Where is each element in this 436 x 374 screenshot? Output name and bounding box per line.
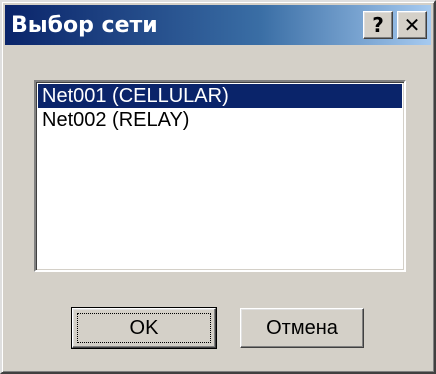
list-item-net001[interactable]: Net001 (CELLULAR) bbox=[38, 84, 402, 108]
dialog-title: Выбор сети bbox=[11, 12, 158, 38]
network-listbox[interactable]: Net001 (CELLULAR) Net002 (RELAY) bbox=[34, 80, 406, 272]
question-icon: ? bbox=[372, 13, 384, 37]
help-button[interactable]: ? bbox=[363, 11, 393, 39]
cancel-button-label: Отмена bbox=[266, 316, 338, 339]
focus-rectangle bbox=[77, 313, 211, 343]
ok-button[interactable]: OK bbox=[71, 307, 217, 349]
list-item-net002[interactable]: Net002 (RELAY) bbox=[38, 108, 402, 132]
close-icon: ✕ bbox=[403, 13, 421, 37]
title-bar[interactable]: Выбор сети ? ✕ bbox=[5, 5, 431, 45]
close-button[interactable]: ✕ bbox=[397, 11, 427, 39]
cancel-button[interactable]: Отмена bbox=[240, 308, 364, 348]
network-select-dialog: Выбор сети ? ✕ Net001 (CELLULAR) Net002 … bbox=[0, 0, 436, 374]
